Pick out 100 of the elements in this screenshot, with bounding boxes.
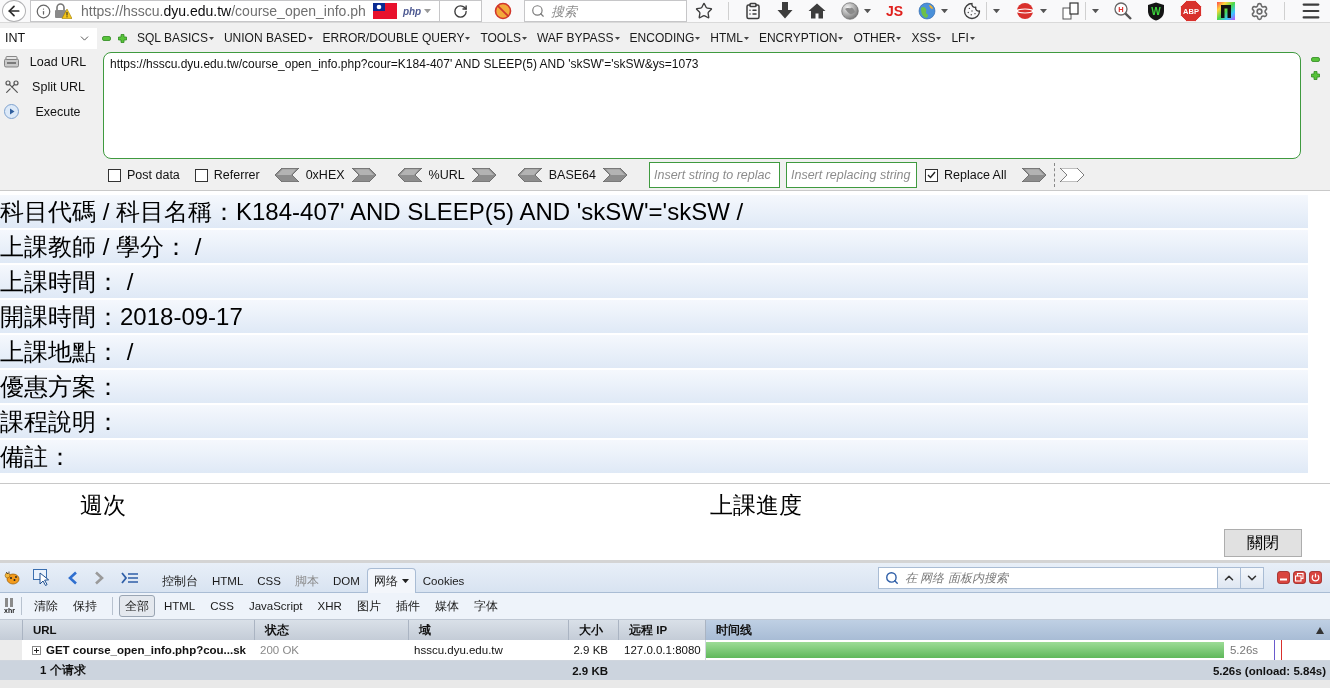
previous-button[interactable] xyxy=(1218,566,1241,589)
plus-icon[interactable] xyxy=(1311,71,1320,80)
chevron-right-outline-icon[interactable] xyxy=(1059,168,1084,182)
minus-icon[interactable] xyxy=(102,35,111,41)
panel-tab[interactable]: HTML xyxy=(205,568,251,593)
filter-button[interactable]: 字体 xyxy=(467,595,504,617)
filter-button[interactable]: 媒体 xyxy=(428,595,465,617)
menu-item[interactable]: OTHER xyxy=(853,31,902,45)
filter-button[interactable]: 图片 xyxy=(350,595,387,617)
caret-icon[interactable] xyxy=(401,578,409,584)
shield-button[interactable]: W xyxy=(1147,1,1165,21)
caret-icon[interactable] xyxy=(941,8,948,14)
globe-icon[interactable] xyxy=(918,2,936,20)
encoder-label: %URL xyxy=(428,168,465,182)
filter-button[interactable]: 全部 xyxy=(118,595,155,617)
menu-item[interactable]: ENCODING xyxy=(629,31,701,45)
expand-icon[interactable] xyxy=(32,645,41,655)
menu-item[interactable]: WAF BYPASS xyxy=(536,31,620,45)
restore-icon[interactable] xyxy=(1293,571,1306,584)
execute-button[interactable]: Execute xyxy=(0,99,97,124)
globe-icon[interactable] xyxy=(840,2,859,20)
search-field[interactable]: 在 网络 面板内搜索 xyxy=(878,566,1218,589)
menu-item[interactable]: LFI xyxy=(951,31,975,45)
command-line-icon[interactable] xyxy=(121,571,139,584)
filter-button[interactable]: HTML xyxy=(157,595,202,617)
caret-icon xyxy=(936,36,942,40)
chevron-left-icon[interactable] xyxy=(274,168,299,182)
filter-button[interactable]: CSS xyxy=(204,595,240,617)
reload-icon xyxy=(453,3,469,19)
encoding-select[interactable]: INT xyxy=(0,27,97,49)
menu-item[interactable]: ENCRYPTION xyxy=(758,31,844,45)
checkbox[interactable] xyxy=(194,168,208,182)
menu-item[interactable]: UNION BASED xyxy=(223,31,313,45)
chevron-right-icon[interactable] xyxy=(351,168,376,182)
caret-icon[interactable] xyxy=(1092,8,1099,14)
chevron-right-icon[interactable] xyxy=(471,168,496,182)
chevron-left-icon[interactable] xyxy=(397,168,422,182)
reload-button[interactable] xyxy=(440,0,483,22)
request-name[interactable]: GET course_open_info.php?cou...sk xyxy=(46,644,246,656)
panel-tab[interactable]: 控制台 xyxy=(155,568,205,593)
caret-icon[interactable] xyxy=(863,8,871,14)
course-info-text: 上課地點： / xyxy=(0,336,134,367)
caret-icon[interactable] xyxy=(993,8,1000,14)
menu-item[interactable]: XSS xyxy=(911,31,942,45)
minimize-icon[interactable] xyxy=(1277,571,1290,584)
js-button[interactable]: JS xyxy=(885,3,903,19)
split-url-button[interactable]: Split URL xyxy=(0,74,97,99)
minus-icon[interactable] xyxy=(1311,57,1320,62)
panel-tab[interactable]: CSS xyxy=(250,568,288,593)
filter-button[interactable]: JavaScript xyxy=(242,595,309,617)
chevron-right-icon[interactable] xyxy=(1021,168,1046,182)
pages-icon[interactable] xyxy=(1062,2,1080,20)
menu-item[interactable]: SQL BASICS xyxy=(137,31,214,45)
clipboard-icon[interactable] xyxy=(743,2,762,20)
back-icon[interactable] xyxy=(67,570,79,585)
plus-icon[interactable] xyxy=(118,33,127,43)
timeline-marker xyxy=(1281,640,1282,660)
back-button[interactable] xyxy=(2,0,26,22)
bug-icon[interactable] xyxy=(4,570,21,585)
caret-icon xyxy=(743,36,749,40)
disc-icon[interactable] xyxy=(1015,2,1035,20)
info-icon[interactable] xyxy=(36,3,51,19)
download-icon[interactable] xyxy=(776,2,793,20)
toolbar-button[interactable]: 保持 xyxy=(66,595,103,617)
panel-tab[interactable]: Cookies xyxy=(415,568,472,593)
url-textarea[interactable]: https://hsscu.dyu.edu.tw/course_open_info.php?cour=K184-407' AND SLEEP(5) AND 'skSW'='skSW&ys=1073 xyxy=(103,52,1301,159)
filter-button[interactable]: XHR xyxy=(311,595,348,617)
column-header: 上課進度 xyxy=(710,490,802,520)
search-field[interactable]: 搜索 xyxy=(524,0,688,22)
star-icon[interactable] xyxy=(694,2,713,20)
replace-field[interactable]: Insert replacing string xyxy=(785,162,917,188)
rainbow-square-icon[interactable] xyxy=(1217,2,1235,20)
close-button[interactable]: 關閉 xyxy=(1224,529,1302,557)
caret-icon[interactable] xyxy=(1040,8,1047,14)
filter-button[interactable]: 插件 xyxy=(389,595,426,617)
flag-icon[interactable] xyxy=(372,3,397,19)
url-text[interactable]: https://hsscu.dyu.edu.tw/course_open_info.ph xyxy=(81,3,366,19)
load-url-button[interactable]: Load URL xyxy=(0,49,97,74)
next-button[interactable] xyxy=(1241,566,1264,589)
menu-icon[interactable] xyxy=(1300,0,1322,22)
lock-warning-icon[interactable] xyxy=(54,3,72,19)
column-header[interactable]: 时间线 xyxy=(705,620,1330,640)
panel-tab[interactable]: 网络 xyxy=(366,568,416,593)
panel-tab[interactable]: DOM xyxy=(325,568,367,593)
home-icon[interactable] xyxy=(807,3,826,19)
menu-item[interactable]: HTML xyxy=(710,31,749,45)
caret-icon xyxy=(521,36,527,40)
chevron-right-icon[interactable] xyxy=(602,168,627,182)
toolbar-button[interactable]: 清除 xyxy=(27,595,64,617)
cookie-icon[interactable] xyxy=(963,2,981,20)
inspect-icon[interactable] xyxy=(33,569,51,586)
chevron-left-icon[interactable] xyxy=(517,168,542,182)
checkbox[interactable] xyxy=(924,168,938,182)
settings-icon[interactable] xyxy=(1250,1,1269,21)
menu-item[interactable]: ERROR/DOUBLE QUERY xyxy=(322,31,471,45)
power-icon[interactable] xyxy=(1309,571,1322,584)
menu-item[interactable]: TOOLS xyxy=(480,31,527,45)
checkbox[interactable] xyxy=(108,168,121,182)
blocked-icon[interactable] xyxy=(494,2,513,20)
find-field[interactable]: Insert string to replac xyxy=(648,162,780,188)
